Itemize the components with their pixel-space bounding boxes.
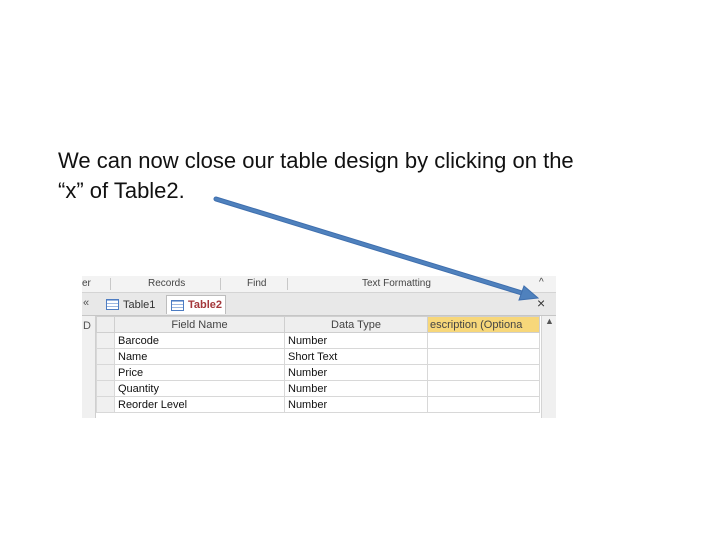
pointer-arrow xyxy=(213,196,540,301)
arrow-shaft-highlight xyxy=(214,197,524,295)
arrow-head xyxy=(518,285,540,301)
